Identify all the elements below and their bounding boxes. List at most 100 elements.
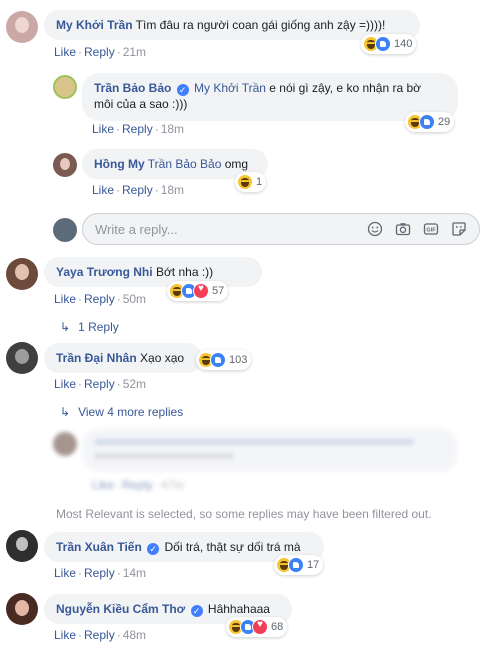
reply-input[interactable] (95, 222, 325, 237)
comment-actions: Like · Reply · 48m (54, 628, 147, 642)
reaction-count: 68 (271, 621, 284, 633)
reply-link[interactable]: Reply (122, 183, 153, 197)
comment-text: Bớt nha :)) (155, 265, 214, 279)
comment-actions: Like · Reply · 18m (92, 183, 185, 197)
comment-actions: Like · Reply · 47m (92, 478, 185, 492)
reply-composer: GIF (82, 213, 480, 245)
reaction-count: 1 (256, 176, 263, 188)
like-reaction-icon (419, 114, 435, 130)
comment-bubble: Trần Đại Nhân Xạo xạo (44, 343, 202, 373)
like-link[interactable]: Like (54, 377, 76, 391)
love-reaction-icon (193, 283, 209, 299)
like-reaction-icon (375, 36, 391, 52)
commenter-name[interactable]: Trần Đại Nhân (56, 351, 137, 365)
commenter-name[interactable]: Hồng My (94, 157, 145, 171)
gif-icon[interactable]: GIF (423, 221, 439, 237)
timestamp[interactable]: 48m (123, 628, 146, 642)
reaction-count: 29 (438, 116, 451, 128)
reply-link[interactable]: Reply (84, 566, 115, 580)
mention-link[interactable]: My Khởi Trần (194, 81, 266, 95)
reply-arrow-icon: ↳ (60, 320, 71, 334)
commenter-name[interactable]: Trần Xuân Tiến (56, 540, 142, 554)
reaction-count: 57 (212, 285, 225, 297)
avatar[interactable] (6, 530, 38, 562)
reaction-summary[interactable]: 29 (405, 112, 455, 132)
timestamp[interactable]: 21m (123, 45, 146, 59)
comment-actions: Like · Reply · 52m (54, 377, 147, 391)
view-more-replies-link[interactable]: ↳ View 4 more replies (60, 405, 183, 419)
reply-link[interactable]: Reply (84, 45, 115, 59)
commenter-name[interactable]: My Khởi Trần (56, 18, 133, 32)
avatar[interactable] (6, 11, 38, 43)
love-reaction-icon (252, 619, 268, 635)
comment-text: Dối trá, thật sự dối trá mà (164, 540, 301, 554)
like-reaction-icon (288, 557, 304, 573)
like-link[interactable]: Like (92, 183, 114, 197)
comment-actions: Like · Reply · 18m (92, 122, 185, 136)
avatar[interactable] (6, 258, 38, 290)
comment-text: e nói gì zậy, e ko nhận ra bờ (269, 81, 422, 95)
view-more-replies-label[interactable]: View 4 more replies (78, 405, 183, 419)
current-user-avatar (53, 218, 77, 242)
reply-link: Reply (122, 478, 153, 492)
svg-text:GIF: GIF (426, 227, 436, 233)
reply-link[interactable]: Reply (84, 292, 115, 306)
commenter-name[interactable]: Nguyễn Kiều Cẩm Thơ (56, 602, 185, 616)
verified-badge-icon: ✓ (190, 605, 203, 617)
comment-bubble: Trần Bảo Bảo ✓ My Khởi Trần e nói gì zậy… (82, 73, 458, 121)
avatar[interactable] (6, 593, 38, 625)
avatar[interactable] (6, 342, 38, 374)
reaction-summary[interactable]: 68 (226, 617, 288, 637)
timestamp[interactable]: 18m (161, 183, 184, 197)
comment-bubble: Yaya Trương Nhi Bớt nha :)) (44, 257, 262, 287)
reaction-summary[interactable]: 17 (274, 555, 324, 575)
verified-badge-icon: ✓ (176, 84, 189, 96)
reply-link[interactable]: Reply (84, 628, 115, 642)
commenter-name[interactable]: Trần Bảo Bảo (94, 81, 171, 95)
like-link[interactable]: Like (92, 122, 114, 136)
reaction-summary[interactable]: 140 (361, 34, 417, 54)
avatar[interactable] (53, 75, 77, 99)
commenter-name[interactable]: Yaya Trương Nhi (56, 265, 153, 279)
reaction-count: 140 (394, 38, 413, 50)
reaction-summary[interactable]: 1 (235, 172, 267, 192)
like-link[interactable]: Like (54, 45, 76, 59)
comment-text: Xạo xạo (140, 351, 185, 365)
like-link[interactable]: Like (54, 292, 76, 306)
reply-arrow-icon: ↳ (60, 405, 71, 419)
timestamp[interactable]: 52m (123, 377, 146, 391)
mention-link[interactable]: Trần Bảo Bảo (148, 157, 222, 171)
comment-text: Hâhhahaaa (207, 602, 270, 616)
verified-badge-icon: ✓ (147, 543, 160, 555)
timestamp[interactable]: 14m (123, 566, 146, 580)
comment-actions: Like · Reply · 14m (54, 566, 147, 580)
avatar[interactable] (53, 153, 77, 177)
reaction-summary[interactable]: 57 (167, 281, 229, 301)
comment-text: omg (224, 157, 249, 171)
like-link[interactable]: Like (54, 566, 76, 580)
haha-reaction-icon (237, 174, 253, 190)
avatar (53, 432, 77, 456)
emoji-icon[interactable] (367, 221, 383, 237)
timestamp[interactable]: 18m (161, 122, 184, 136)
comment-text: Tìm đâu ra người coan gái giống anh zậy … (135, 18, 386, 32)
view-replies-label[interactable]: 1 Reply (78, 320, 119, 334)
comment-bubble (82, 428, 458, 472)
comment-actions: Like · Reply · 50m (54, 292, 147, 306)
like-reaction-icon (210, 352, 226, 368)
view-replies-link[interactable]: ↳ 1 Reply (60, 320, 119, 334)
like-link[interactable]: Like (54, 628, 76, 642)
reaction-count: 103 (229, 354, 248, 366)
comment-text-line2: môi của a sao :))) (94, 97, 188, 111)
reply-link[interactable]: Reply (122, 122, 153, 136)
camera-icon[interactable] (395, 221, 411, 237)
reaction-summary[interactable]: 103 (196, 350, 252, 370)
reply-link[interactable]: Reply (84, 377, 115, 391)
timestamp: 47m (160, 478, 185, 492)
filter-notice: Most Relevant is selected, so some repli… (56, 507, 432, 521)
sticker-icon[interactable] (451, 221, 467, 237)
timestamp[interactable]: 50m (123, 292, 146, 306)
comment-actions: Like · Reply · 21m (54, 45, 147, 59)
reaction-count: 17 (307, 559, 320, 571)
like-link: Like (92, 478, 115, 492)
